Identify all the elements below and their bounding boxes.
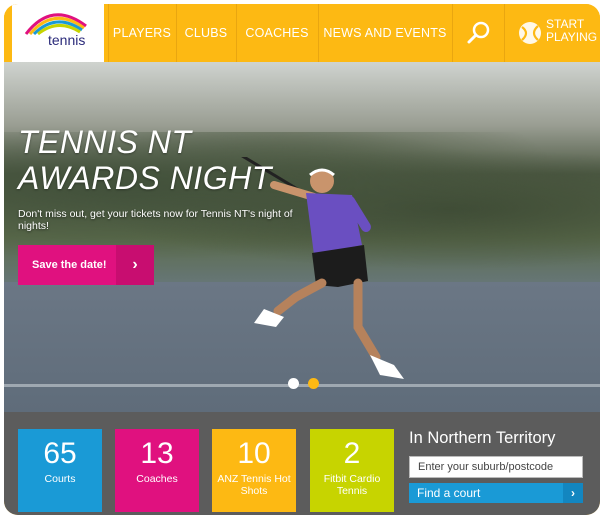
nav-divider [452, 4, 453, 62]
stat-label: Coaches [136, 473, 178, 485]
suburb-postcode-input[interactable] [409, 456, 583, 478]
stat-value: 65 [43, 437, 77, 470]
stat-tile-hot-shots[interactable]: 10 ANZ Tennis Hot Shots [212, 429, 296, 512]
stat-tile-coaches[interactable]: 13 Coaches [115, 429, 199, 512]
nav-coaches[interactable]: COACHES [236, 4, 318, 62]
tennis-ball-icon [519, 22, 541, 44]
nav-news-and-events[interactable]: NEWS AND EVENTS [318, 4, 452, 62]
nav-players[interactable]: PLAYERS [108, 4, 176, 62]
carousel-dot-2[interactable] [308, 378, 319, 389]
chevron-right-icon: › [116, 245, 154, 285]
carousel-dot-1[interactable] [288, 378, 299, 389]
search-icon[interactable] [466, 20, 492, 46]
court-finder-title: In Northern Territory [409, 429, 556, 447]
stat-value: 10 [237, 437, 271, 470]
find-a-court-label: Find a court [417, 486, 481, 500]
page-frame: tennis PLAYERS CLUBS COACHES NEWS AND EV… [4, 4, 600, 515]
hero-title-line-2: AWARDS NIGHT [18, 160, 272, 196]
stat-tile-cardio-tennis[interactable]: 2 Fitbit Cardio Tennis [310, 429, 394, 512]
save-the-date-button[interactable]: Save the date! › [18, 245, 154, 285]
site-header: tennis PLAYERS CLUBS COACHES NEWS AND EV… [4, 4, 600, 64]
start-playing-button[interactable]: START PLAYING [514, 18, 600, 48]
save-the-date-label: Save the date! [32, 259, 107, 271]
hero-title: TENNIS NT AWARDS NIGHT [18, 124, 318, 196]
nav-clubs[interactable]: CLUBS [176, 4, 236, 62]
stat-value: 13 [140, 437, 174, 470]
find-a-court-button[interactable]: Find a court › [409, 483, 583, 503]
hero-banner: TENNIS NT AWARDS NIGHT Don't miss out, g… [4, 62, 600, 412]
stat-tile-courts[interactable]: 65 Courts [18, 429, 102, 512]
stat-label: Fitbit Cardio Tennis [323, 473, 381, 497]
stat-value: 2 [343, 437, 361, 470]
logo-wordmark: tennis [48, 32, 86, 48]
start-playing-label: START PLAYING [546, 17, 598, 44]
court-finder: In Northern Territory Find a court › [409, 428, 589, 503]
hero-title-line-1: TENNIS NT [18, 124, 192, 160]
nav-divider [504, 4, 505, 62]
stat-label: ANZ Tennis Hot Shots [217, 473, 291, 497]
stats-strip: 65 Courts 13 Coaches 10 ANZ Tennis Hot S… [4, 412, 600, 515]
stat-label: Courts [44, 473, 76, 485]
hero-description: Don't miss out, get your tickets now for… [18, 208, 293, 232]
tennis-logo[interactable]: tennis [12, 4, 104, 64]
chevron-right-icon: › [563, 483, 583, 503]
